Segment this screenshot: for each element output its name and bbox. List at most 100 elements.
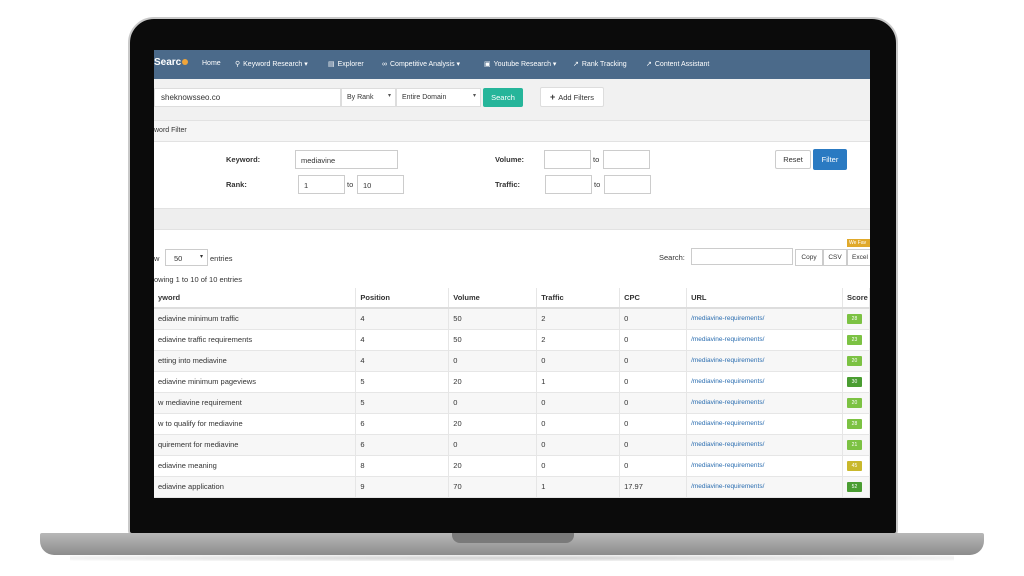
cell-volume: 20 (448, 371, 538, 393)
cell-traffic: 2 (536, 308, 621, 330)
cell-score: 52 (842, 476, 870, 498)
nav-explorer[interactable]: ▤ Explorer (328, 60, 364, 69)
cell-volume: 70 (448, 476, 538, 498)
table-row[interactable]: ediavine traffic requirements 4 50 2 0/media… (154, 329, 870, 351)
cell-cpc: 0 (619, 413, 688, 435)
domain-input[interactable]: sheknowsseo.co (154, 88, 341, 107)
favorite-badge: We Fav (847, 239, 870, 247)
rank-select-value: By Rank (347, 94, 374, 101)
col-keyword-header[interactable]: yword (154, 288, 357, 309)
cell-url[interactable]: /mediavine-requirements/ (686, 329, 843, 351)
nav-explorer-label: Explorer (337, 60, 364, 68)
screen: Searc Home ⚲ Keyword Research ▾ ▤ Explor… (154, 50, 870, 498)
col-score-header[interactable]: Score (842, 288, 870, 309)
cell-url[interactable]: /mediavine-requirements/ (686, 371, 843, 393)
cell-cpc: 0 (619, 329, 688, 351)
table-row[interactable]: ediavine minimum traffic 4 50 2 0/mediavine-… (154, 308, 870, 330)
cell-traffic: 0 (536, 455, 621, 477)
cell-url[interactable]: /mediavine-requirements/ (686, 392, 843, 414)
entries-value: 50 (174, 254, 183, 263)
cell-url[interactable]: /mediavine-requirements/ (686, 308, 843, 330)
nav-content-assistant[interactable]: ↗ Content Assistant (646, 60, 709, 69)
cell-volume: 50 (448, 329, 538, 351)
traffic-label: Traffic: (495, 180, 521, 189)
table-row[interactable]: w to qualify for mediavine 6 20 0 0/mediavin… (154, 413, 870, 435)
cell-keyword: etting into mediavine (154, 350, 357, 372)
volume-label: Volume: (495, 155, 525, 164)
table-row[interactable]: ediavine application 9 70 1 17.97/mediavine-… (154, 476, 870, 498)
table-row[interactable]: etting into mediavine 4 0 0 0/mediavine-requ… (154, 350, 870, 372)
cell-keyword: ediavine meaning (154, 455, 357, 477)
cell-score: 28 (842, 308, 870, 330)
copy-button[interactable]: Copy (795, 249, 823, 266)
cell-volume: 20 (448, 413, 538, 435)
rank-to-label: to (347, 180, 354, 189)
volume-from-field[interactable] (544, 150, 591, 169)
nav-keyword-research[interactable]: ⚲ Keyword Research ▾ (235, 60, 308, 68)
cell-keyword: w to qualify for mediavine (154, 413, 357, 435)
keyword-filter-header: word Filter (154, 120, 870, 142)
col-traffic-header[interactable]: Traffic (536, 288, 621, 309)
table-row[interactable]: ediavine minimum pageviews 5 20 1 0/mediavin… (154, 371, 870, 393)
logo[interactable]: Searc (154, 57, 189, 68)
cell-url[interactable]: /mediavine-requirements/ (686, 455, 843, 477)
table-row[interactable]: w mediavine requirement 5 0 0 0/mediavine-re… (154, 392, 870, 414)
score-badge: 21 (846, 440, 862, 450)
col-volume-header[interactable]: Volume (448, 288, 538, 309)
cell-score: 28 (842, 413, 870, 435)
col-url-header[interactable]: URL (686, 288, 843, 309)
traffic-to-field[interactable] (604, 175, 651, 194)
cell-score: 30 (842, 371, 870, 393)
nav-competitive-analysis[interactable]: ∞ Competitive Analysis ▾ (382, 60, 460, 69)
rank-select[interactable]: By Rank ▾ (341, 88, 396, 107)
cell-keyword: ediavine minimum traffic (154, 308, 357, 330)
csv-button[interactable]: CSV (823, 249, 847, 266)
excel-button[interactable]: Excel (847, 249, 870, 266)
table-search-label: Search: (659, 253, 685, 262)
cell-url[interactable]: /mediavine-requirements/ (686, 350, 843, 372)
score-badge: 20 (846, 398, 862, 408)
cell-cpc: 17.97 (619, 476, 688, 498)
cell-keyword: ediavine application (154, 476, 357, 498)
table-row[interactable]: ediavine meaning 8 20 0 0/mediavine-requirem… (154, 455, 870, 477)
traffic-to-label: to (594, 180, 601, 189)
keyword-field[interactable]: mediavine (295, 150, 398, 169)
cell-position: 9 (355, 476, 450, 498)
cell-cpc: 0 (619, 350, 688, 372)
rank-from-field[interactable]: 1 (298, 175, 345, 194)
cell-score: 45 (842, 455, 870, 477)
cell-url[interactable]: /mediavine-requirements/ (686, 434, 843, 456)
filter-button[interactable]: Filter (813, 149, 847, 170)
volume-to-field[interactable] (603, 150, 650, 169)
video-icon: ▣ (484, 61, 491, 68)
search-button[interactable]: Search (483, 88, 523, 107)
cell-url[interactable]: /mediavine-requirements/ (686, 476, 843, 498)
chevron-down-icon: ▾ (472, 93, 476, 99)
col-cpc-header[interactable]: CPC (619, 288, 688, 309)
nav-rank-tracking[interactable]: ↗ Rank Tracking (573, 60, 627, 69)
col-position-header[interactable]: Position (355, 288, 450, 309)
cell-url[interactable]: /mediavine-requirements/ (686, 413, 843, 435)
score-badge: 45 (846, 461, 862, 471)
cell-cpc: 0 (619, 434, 688, 456)
traffic-from-field[interactable] (545, 175, 592, 194)
reset-button[interactable]: Reset (775, 150, 811, 169)
scope-select[interactable]: Entire Domain ▾ (396, 88, 481, 107)
score-badge: 28 (846, 314, 862, 325)
table-row[interactable]: quirement for mediavine 6 0 0 0/mediavine-re… (154, 434, 870, 456)
cell-position: 8 (355, 455, 450, 477)
cell-score: 20 (842, 350, 870, 372)
cell-keyword: w mediavine requirement (154, 392, 357, 414)
laptop-notch (452, 533, 574, 543)
score-badge: 28 (846, 419, 862, 429)
nav-youtube-research[interactable]: ▣ Youtube Research ▾ (484, 60, 556, 68)
showing-entries-text: owing 1 to 10 of 10 entries (154, 275, 242, 284)
bar-chart-icon: ▤ (328, 61, 335, 68)
rank-label: Rank: (226, 180, 247, 189)
entries-select[interactable]: 50 ▾ (165, 249, 208, 266)
table-search-input[interactable] (691, 248, 793, 265)
rank-to-field[interactable]: 10 (357, 175, 404, 194)
add-filters-button[interactable]: + Add Filters (540, 87, 604, 107)
nav-home[interactable]: Home (202, 60, 221, 67)
cell-score: 20 (842, 392, 870, 414)
